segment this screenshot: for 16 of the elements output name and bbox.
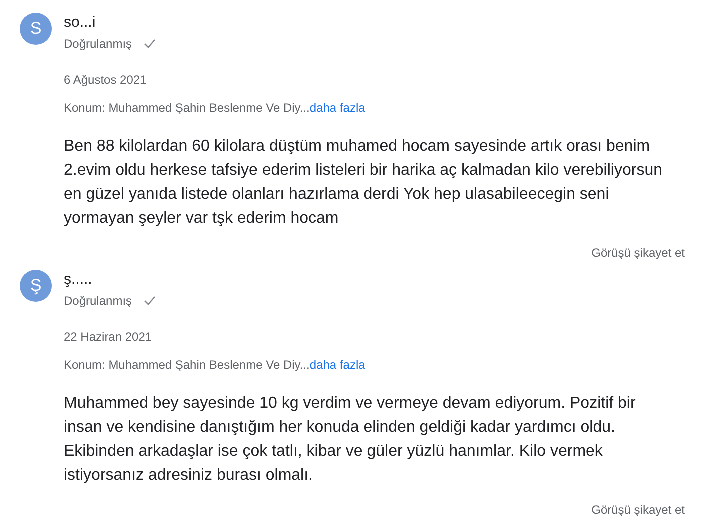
avatar: Ş xyxy=(20,270,52,302)
review-date: 22 Haziran 2021 xyxy=(64,329,152,346)
more-link[interactable]: daha fazla xyxy=(310,99,366,117)
reviewer-name: ş..... xyxy=(64,270,92,290)
report-link[interactable]: Görüşü şikayet et xyxy=(592,244,685,262)
verified-label: Doğrulanmış xyxy=(64,36,132,53)
report-link[interactable]: Görüşü şikayet et xyxy=(592,501,685,519)
location-text: Konum: Muhammed Şahin Beslenme Ve Diy... xyxy=(64,100,310,117)
review-text: Muhammed bey sayesinde 10 kg verdim ve vermeye devam ediyorum. Pozitif bir insan ve kendisine danıştığım her konuda elinden geldiği kadar yardımcı oldu. Ekibinden arkadaşlar ise çok tatlı, kibar ve güler yüzlü hanımlar. Kilo vermek istiyorsanız adresiniz burası olmalı. xyxy=(64,394,637,486)
verified-label: Doğrulanmış xyxy=(64,293,132,310)
location-text: Konum: Muhammed Şahin Beslenme Ve Diy... xyxy=(64,357,310,374)
avatar: S xyxy=(20,13,52,45)
review-date: 6 Ağustos 2021 xyxy=(64,72,147,89)
review-text: Ben 88 kilolardan 60 kilolara düştüm muhamed hocam sayesinde artık orası benim 2.evim oldu herkese tafsiye ederim listeleri bir harika aç kalmadan kilo verebiliyorsun en güzel yanıda listede olanları hazırlama derdi Yok hep ulasabileecegin seni yormayan şeyler var tşk ederim hocam xyxy=(64,137,664,229)
more-link[interactable]: daha fazla xyxy=(310,356,366,374)
reviewer-name: so...i xyxy=(64,13,96,33)
